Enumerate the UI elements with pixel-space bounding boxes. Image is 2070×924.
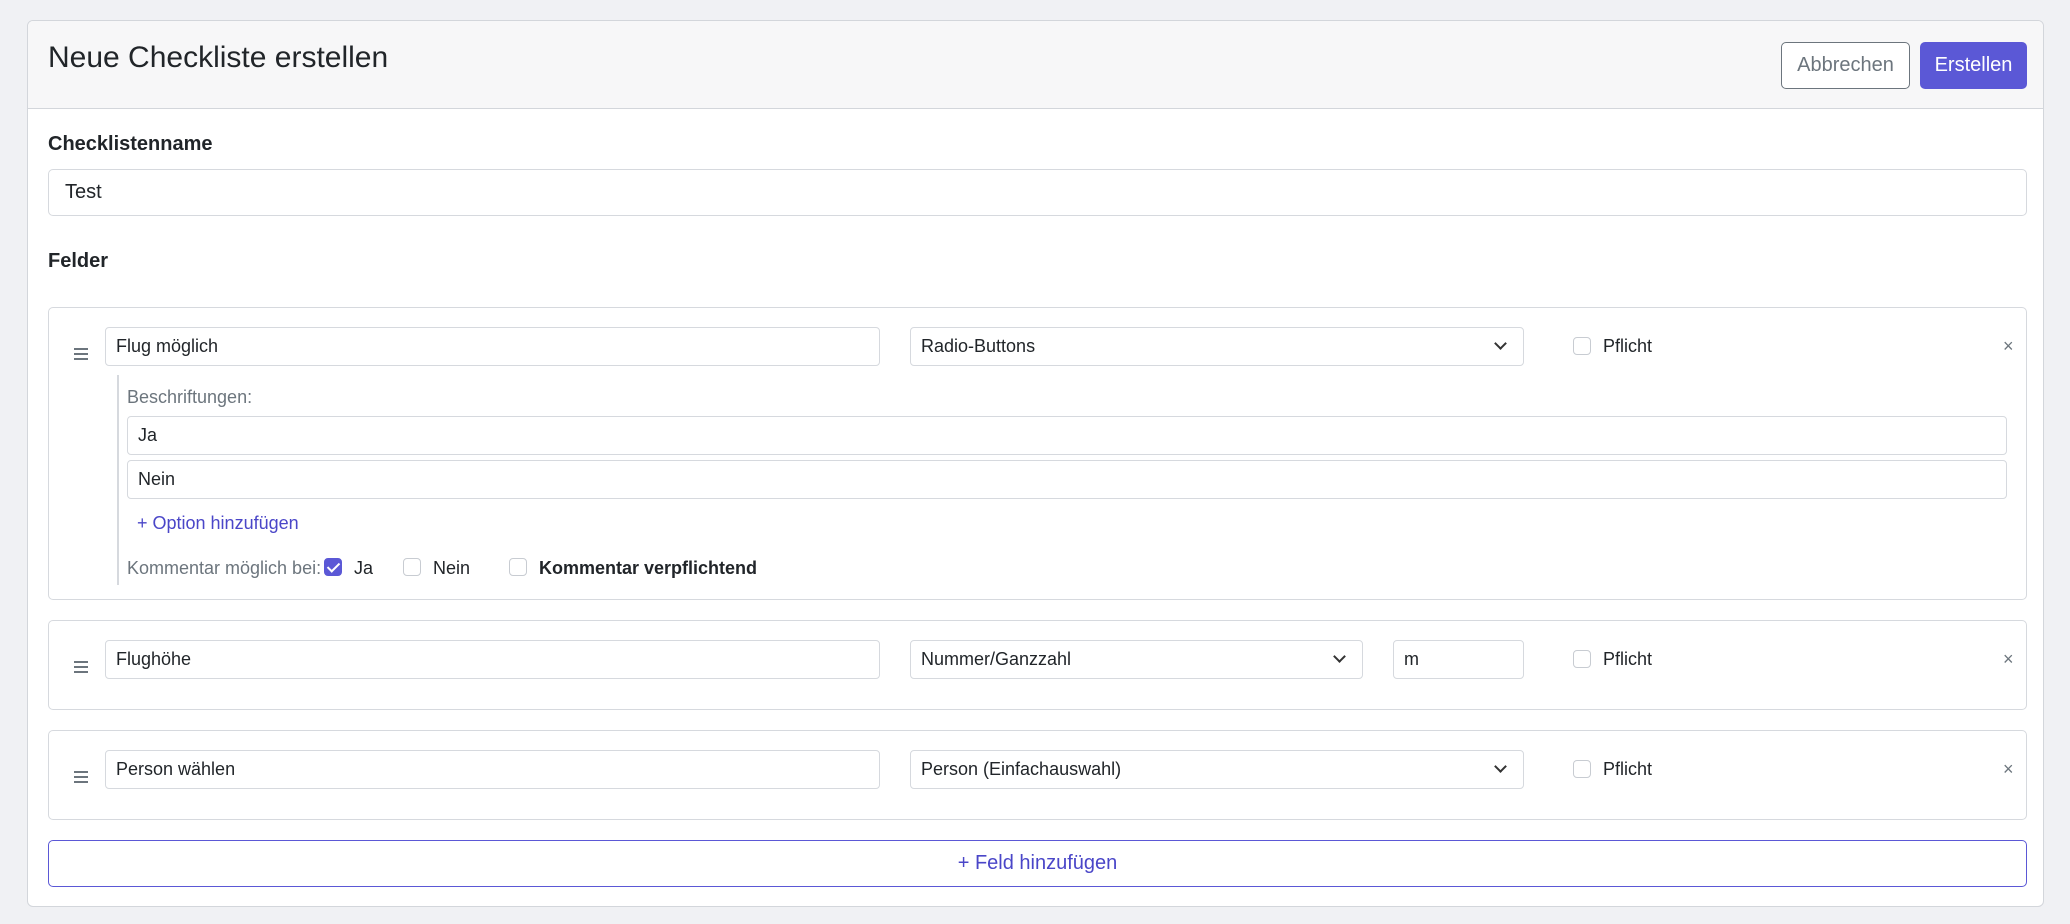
drag-handle-icon[interactable] [74,771,88,786]
field-card-3: Person wählen Person (Einfachauswahl) Pf… [48,730,2027,820]
field-type-select[interactable]: Person (Einfachauswahl) [910,750,1524,789]
chevron-down-icon [1333,650,1346,663]
unit-input[interactable]: m [1393,640,1524,679]
fields-heading: Felder [48,250,109,272]
field-type-value: Nummer/Ganzzahl [921,649,1072,669]
chevron-down-icon [1494,760,1507,773]
required-checkbox[interactable] [1573,650,1591,668]
remove-field-icon[interactable]: × [2003,759,2014,780]
remove-field-icon[interactable]: × [2003,336,2014,357]
comment-no-checkbox[interactable] [403,558,421,576]
field-name-input[interactable]: Flug möglich [105,327,880,366]
chevron-down-icon [1494,337,1507,350]
create-button[interactable]: Erstellen [1920,42,2027,89]
comment-no-label: Nein [433,558,471,578]
comment-yes-checkbox[interactable] [324,558,342,576]
page-title: Neue Checkliste erstellen [48,41,389,74]
option-input[interactable]: Nein [127,460,2007,499]
field-type-select[interactable]: Nummer/Ganzzahl [910,640,1363,679]
comment-required-checkbox[interactable] [509,558,527,576]
card-header: Neue Checkliste erstellen Abbrechen Erst… [28,21,2043,109]
comment-required-label: Kommentar verpflichtend [539,558,758,578]
checklist-name-input[interactable]: Test [48,169,2027,216]
required-label: Pflicht [1603,759,1653,779]
option-input[interactable]: Ja [127,416,2007,455]
field-card-1: Flug möglich Radio-Buttons Pflicht × Bes… [48,307,2027,600]
field-type-value: Person (Einfachauswahl) [921,759,1122,779]
required-label: Pflicht [1603,649,1653,669]
labels-title: Beschriftungen: [127,387,253,407]
drag-handle-icon[interactable] [74,348,88,363]
field-card-2: Flughöhe Nummer/Ganzzahl m Pflicht × [48,620,2027,710]
required-checkbox[interactable] [1573,337,1591,355]
cancel-button[interactable]: Abbrechen [1781,42,1910,89]
required-label: Pflicht [1603,336,1653,356]
field-name-input[interactable]: Person wählen [105,750,880,789]
field-name-input[interactable]: Flughöhe [105,640,880,679]
drag-handle-icon[interactable] [74,661,88,676]
comment-yes-label: Ja [354,558,374,578]
remove-field-icon[interactable]: × [2003,649,2014,670]
required-checkbox[interactable] [1573,760,1591,778]
options-block: Beschriftungen: Ja Nein + Option hinzufü… [117,375,2009,585]
field-type-select[interactable]: Radio-Buttons [910,327,1524,366]
create-checklist-card: Neue Checkliste erstellen Abbrechen Erst… [27,20,2044,907]
comment-possible-label: Kommentar möglich bei: [127,558,322,578]
checklist-name-label: Checklistenname [48,133,213,155]
add-option-link[interactable]: + Option hinzufügen [137,513,299,534]
add-field-button[interactable]: + Feld hinzufügen [48,840,2027,887]
field-type-value: Radio-Buttons [921,336,1036,356]
